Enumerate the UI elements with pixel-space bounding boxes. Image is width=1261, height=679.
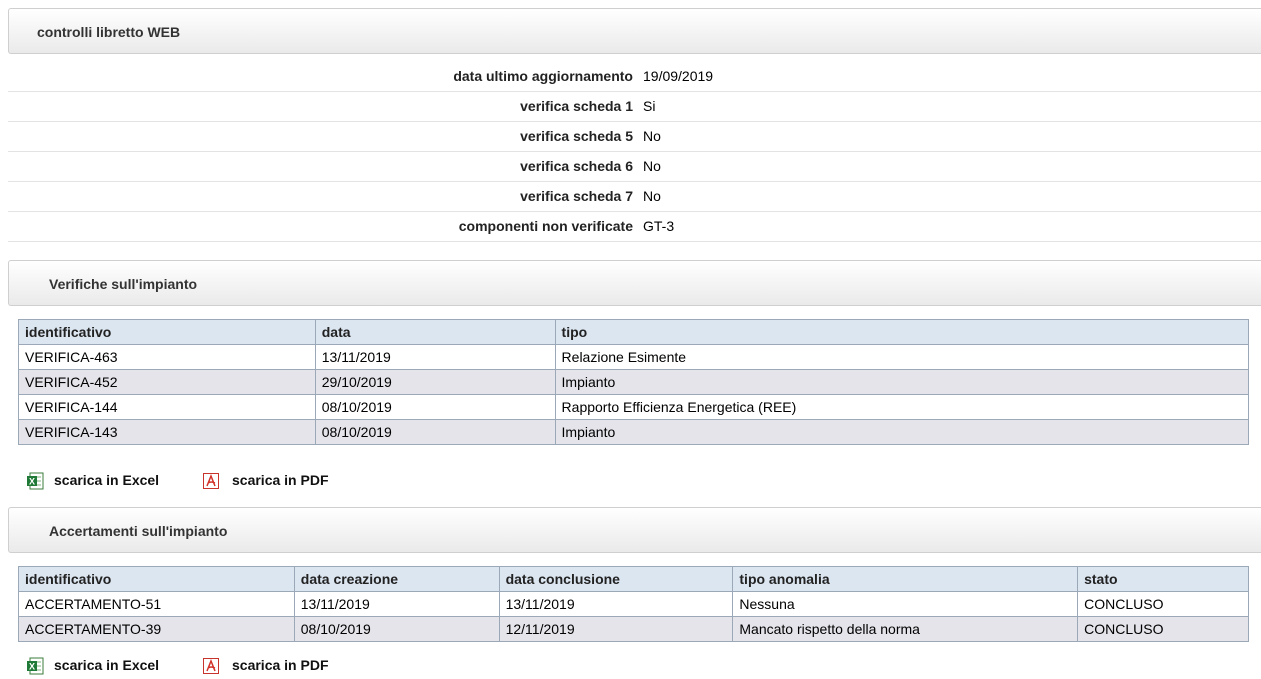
- table-cell: Nessuna: [732, 591, 1079, 617]
- info-value: No: [643, 158, 661, 174]
- table-row[interactable]: VERIFICA-463 13/11/2019 Relazione Esimen…: [18, 344, 1250, 370]
- info-label: verifica scheda 7: [520, 188, 633, 204]
- table-cell: CONCLUSO: [1077, 591, 1249, 617]
- table-cell: 29/10/2019: [314, 369, 556, 395]
- table-cell: Rapporto Efficienza Energetica (REE): [554, 394, 1250, 420]
- column-header[interactable]: identificativo: [18, 319, 316, 345]
- info-label: data ultimo aggiornamento: [453, 68, 633, 84]
- pdf-icon[interactable]: [202, 472, 220, 490]
- svg-text:X: X: [29, 662, 35, 672]
- table-cell: VERIFICA-144: [18, 394, 316, 420]
- info-value: No: [643, 128, 661, 144]
- table-row[interactable]: VERIFICA-143 08/10/2019 Impianto: [18, 419, 1250, 445]
- info-row-scheda-5: verifica scheda 5 No: [8, 122, 1261, 152]
- accertamenti-table: identificativo data creazione data concl…: [18, 566, 1249, 642]
- download-excel-link[interactable]: scarica in Excel: [54, 472, 159, 488]
- excel-icon[interactable]: X: [26, 657, 44, 675]
- table-cell: 08/10/2019: [293, 616, 500, 642]
- table-row[interactable]: ACCERTAMENTO-39 08/10/2019 12/11/2019 Ma…: [18, 616, 1249, 642]
- info-value: Si: [643, 98, 656, 114]
- table-header-row: identificativo data tipo: [18, 319, 1250, 345]
- info-label: verifica scheda 6: [520, 158, 633, 174]
- accertamenti-download-bar: X scarica in Excel scarica in PDF: [26, 657, 426, 677]
- info-row-scheda-7: verifica scheda 7 No: [8, 182, 1261, 212]
- column-header[interactable]: tipo anomalia: [732, 566, 1079, 592]
- table-cell: 13/11/2019: [293, 591, 500, 617]
- table-cell: Mancato rispetto della norma: [732, 616, 1079, 642]
- table-row[interactable]: VERIFICA-144 08/10/2019 Rapporto Efficie…: [18, 394, 1250, 420]
- table-cell: 13/11/2019: [314, 344, 556, 370]
- column-header[interactable]: stato: [1077, 566, 1249, 592]
- section-title: Accertamenti sull'impianto: [49, 523, 228, 539]
- column-header[interactable]: tipo: [554, 319, 1250, 345]
- info-value: No: [643, 188, 661, 204]
- column-header[interactable]: data: [314, 319, 556, 345]
- info-value: 19/09/2019: [643, 68, 714, 84]
- svg-text:X: X: [29, 477, 35, 487]
- table-cell: ACCERTAMENTO-51: [18, 591, 295, 617]
- table-cell: ACCERTAMENTO-39: [18, 616, 295, 642]
- section-header-accertamenti: Accertamenti sull'impianto: [8, 507, 1261, 553]
- table-row[interactable]: VERIFICA-452 29/10/2019 Impianto: [18, 369, 1250, 395]
- section-title: Verifiche sull'impianto: [49, 276, 198, 292]
- table-cell: VERIFICA-143: [18, 419, 316, 445]
- download-excel-link[interactable]: scarica in Excel: [54, 657, 159, 673]
- table-cell: 12/11/2019: [498, 616, 734, 642]
- verifiche-table: identificativo data tipo VERIFICA-463 13…: [18, 319, 1250, 445]
- info-label: componenti non verificate: [458, 218, 633, 234]
- column-header[interactable]: identificativo: [18, 566, 295, 592]
- section-header-verifiche: Verifiche sull'impianto: [8, 260, 1261, 306]
- info-value: GT-3: [643, 218, 675, 234]
- info-label: verifica scheda 5: [520, 128, 633, 144]
- verifiche-download-bar: X scarica in Excel scarica in PDF: [26, 472, 426, 492]
- table-cell: 08/10/2019: [314, 419, 556, 445]
- table-cell: VERIFICA-463: [18, 344, 316, 370]
- info-row-data-aggiornamento: data ultimo aggiornamento 19/09/2019: [8, 62, 1261, 92]
- table-header-row: identificativo data creazione data concl…: [18, 566, 1249, 592]
- info-row-componenti: componenti non verificate GT-3: [8, 212, 1261, 242]
- section-title: controlli libretto WEB: [37, 24, 181, 40]
- table-cell: Impianto: [554, 369, 1250, 395]
- table-cell: Relazione Esimente: [554, 344, 1250, 370]
- info-row-scheda-1: verifica scheda 1 Si: [8, 92, 1261, 122]
- table-cell: 08/10/2019: [314, 394, 556, 420]
- info-row-scheda-6: verifica scheda 6 No: [8, 152, 1261, 182]
- column-header[interactable]: data creazione: [293, 566, 500, 592]
- column-header[interactable]: data conclusione: [498, 566, 734, 592]
- excel-icon[interactable]: X: [26, 472, 44, 490]
- download-pdf-link[interactable]: scarica in PDF: [232, 657, 329, 673]
- table-cell: CONCLUSO: [1077, 616, 1249, 642]
- section-header-controlli: controlli libretto WEB: [8, 8, 1261, 54]
- pdf-icon[interactable]: [202, 657, 220, 675]
- download-pdf-link[interactable]: scarica in PDF: [232, 472, 329, 488]
- table-row[interactable]: ACCERTAMENTO-51 13/11/2019 13/11/2019 Ne…: [18, 591, 1249, 617]
- info-label: verifica scheda 1: [520, 98, 633, 114]
- table-cell: Impianto: [554, 419, 1250, 445]
- table-cell: VERIFICA-452: [18, 369, 316, 395]
- table-cell: 13/11/2019: [498, 591, 734, 617]
